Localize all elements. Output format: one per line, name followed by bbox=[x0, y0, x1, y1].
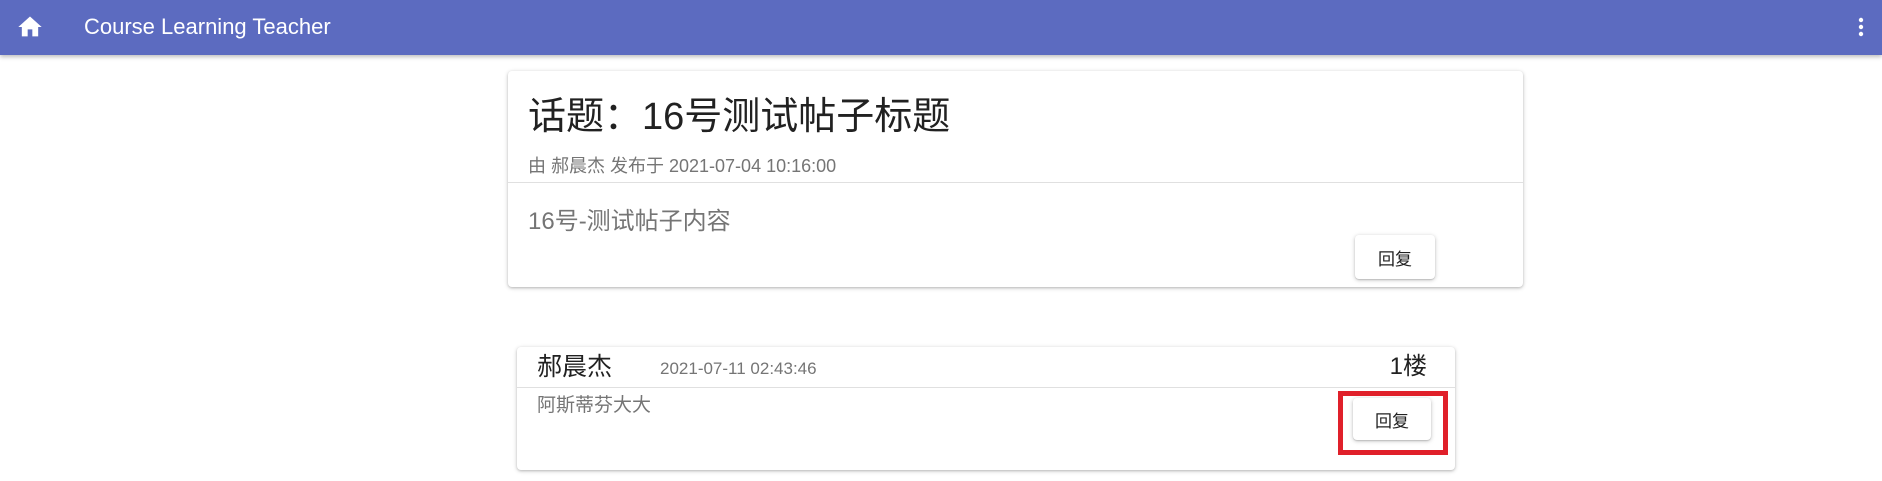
reply-card: 郝晨杰 2021-07-11 02:43:46 1楼 阿斯蒂芬大大 回复 bbox=[517, 347, 1455, 470]
reply-author: 郝晨杰 bbox=[537, 353, 613, 381]
topic-title: 话题：16号测试帖子标题 bbox=[528, 96, 951, 138]
topic-card: 话题：16号测试帖子标题 由 郝晨杰 发布于 2021-07-04 10:16:… bbox=[508, 71, 1523, 287]
highlight-box bbox=[1338, 391, 1448, 455]
app-title: Course Learning Teacher bbox=[84, 14, 331, 39]
reply-timestamp: 2021-07-11 02:43:46 bbox=[660, 359, 817, 378]
topic-reply-button[interactable]: 回复 bbox=[1355, 235, 1435, 279]
reply-floor-number: 1楼 bbox=[1389, 353, 1427, 380]
topic-content: 16号-测试帖子内容 bbox=[528, 208, 731, 235]
reply-header: 郝晨杰 2021-07-11 02:43:46 1楼 bbox=[517, 347, 1455, 388]
app-bar: Course Learning Teacher bbox=[0, 0, 1882, 55]
home-icon bbox=[18, 16, 42, 37]
topic-header: 话题：16号测试帖子标题 由 郝晨杰 发布于 2021-07-04 10:16:… bbox=[508, 71, 1523, 183]
more-vertical-icon bbox=[1858, 17, 1864, 37]
more-menu-button[interactable] bbox=[1846, 9, 1876, 45]
reply-content: 阿斯蒂芬大大 bbox=[537, 395, 652, 416]
topic-meta: 由 郝晨杰 发布于 2021-07-04 10:16:00 bbox=[528, 156, 837, 176]
home-button[interactable] bbox=[12, 9, 48, 45]
